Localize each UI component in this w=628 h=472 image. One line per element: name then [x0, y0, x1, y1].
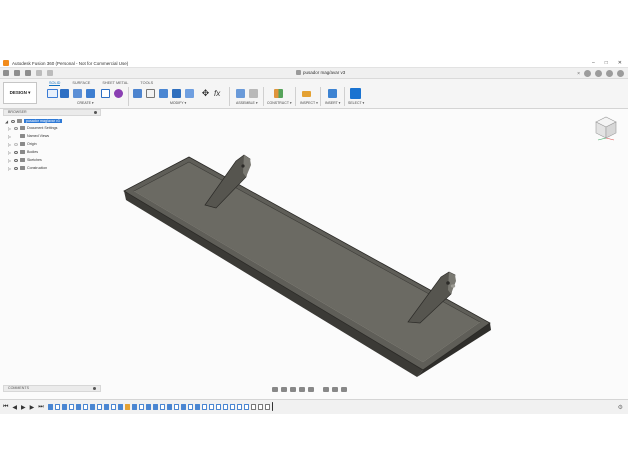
timeline-feature-icon[interactable]: [118, 404, 123, 410]
timeline-feature-icon[interactable]: [125, 404, 130, 410]
timeline-feature-icon[interactable]: [188, 404, 193, 410]
timeline-feature-icon[interactable]: [69, 404, 74, 410]
timeline-feature-icon[interactable]: [181, 404, 186, 410]
skip-end-icon[interactable]: ⏭: [38, 404, 43, 411]
timeline-feature-icon[interactable]: [90, 404, 95, 410]
timeline-settings-gear-icon[interactable]: ⚙: [618, 404, 623, 411]
timeline-feature-icon[interactable]: [160, 404, 165, 410]
timeline-feature-icon[interactable]: [258, 404, 263, 410]
skip-start-icon[interactable]: ⏮: [3, 404, 8, 411]
timeline-feature-icon[interactable]: [195, 404, 200, 410]
right-bracket-pin: [450, 284, 456, 288]
play-icon[interactable]: ▶: [21, 404, 26, 411]
viewports-icon[interactable]: [341, 386, 347, 392]
timeline-feature-icon[interactable]: [48, 404, 53, 410]
comments-panel[interactable]: COMMENTS: [3, 385, 101, 392]
timeline-marker[interactable]: [272, 402, 273, 411]
zoom-icon[interactable]: [299, 386, 305, 392]
comments-add-icon[interactable]: [93, 387, 96, 390]
right-bracket-hole: [446, 281, 450, 285]
timeline-feature-icon[interactable]: [146, 404, 151, 410]
look-at-icon[interactable]: [281, 386, 287, 392]
timeline-feature-icon[interactable]: [223, 404, 228, 410]
timeline-feature-icon[interactable]: [83, 404, 88, 410]
timeline-feature-icon[interactable]: [244, 404, 249, 410]
model-viewport[interactable]: [0, 59, 628, 414]
timeline-feature-icon[interactable]: [153, 404, 158, 410]
tray-floor: [133, 161, 481, 363]
timeline-feature-icon[interactable]: [62, 404, 67, 410]
timeline-feature-icon[interactable]: [132, 404, 137, 410]
divider: [317, 387, 320, 392]
orbit-icon[interactable]: [272, 386, 278, 392]
timeline-feature-icon[interactable]: [104, 404, 109, 410]
timeline-feature-icon[interactable]: [139, 404, 144, 410]
comments-label: COMMENTS: [8, 386, 29, 390]
left-bracket-hole: [241, 164, 245, 168]
navigation-bar: [272, 386, 347, 392]
timeline-feature-icon[interactable]: [97, 404, 102, 410]
step-back-icon[interactable]: ◀: [12, 404, 17, 411]
pan-icon[interactable]: [290, 386, 296, 392]
timeline-feature-icon[interactable]: [55, 404, 60, 410]
timeline-feature-icon[interactable]: [216, 404, 221, 410]
fit-icon[interactable]: [308, 386, 314, 392]
timeline-feature-icon[interactable]: [167, 404, 172, 410]
timeline-features: [48, 402, 273, 411]
timeline-feature-icon[interactable]: [111, 404, 116, 410]
grid-settings-icon[interactable]: [332, 386, 338, 392]
timeline-feature-icon[interactable]: [202, 404, 207, 410]
timeline-controls: ⏮ ◀ ▶ ▶ ⏭: [3, 404, 44, 411]
step-forward-icon[interactable]: ▶: [30, 404, 35, 411]
timeline-feature-icon[interactable]: [76, 404, 81, 410]
timeline-feature-icon[interactable]: [209, 404, 214, 410]
timeline-feature-icon[interactable]: [174, 404, 179, 410]
timeline: ⏮ ◀ ▶ ▶ ⏭ ⚙: [0, 399, 628, 414]
timeline-feature-icon[interactable]: [251, 404, 256, 410]
fusion-window: Autodesk Fusion 360 (Personal - Not for …: [0, 59, 628, 414]
timeline-feature-icon[interactable]: [265, 404, 270, 410]
timeline-feature-icon[interactable]: [237, 404, 242, 410]
timeline-feature-icon[interactable]: [230, 404, 235, 410]
display-settings-icon[interactable]: [323, 386, 329, 392]
